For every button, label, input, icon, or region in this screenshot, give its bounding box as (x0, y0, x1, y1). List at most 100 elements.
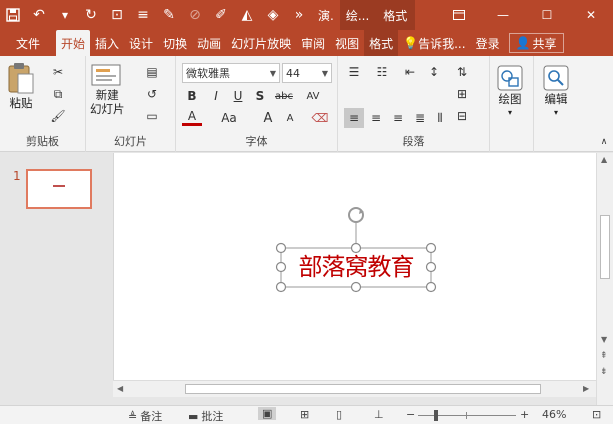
scroll-right-icon[interactable]: ▶ (583, 384, 589, 393)
decrease-indent-icon[interactable]: ⇤ (400, 62, 420, 82)
slide-textbox[interactable]: 部落窝教育 (281, 250, 431, 285)
shape-icon[interactable]: ◭ (234, 0, 260, 30)
align-right-icon[interactable]: ≡ (388, 108, 408, 128)
group-editing: 编辑 ▾ (534, 56, 584, 152)
slide-canvas[interactable]: 部落窝教育 (113, 153, 596, 385)
horizontal-scrollbar[interactable]: ◀ ▶ (113, 380, 596, 397)
share-button[interactable]: 👤 共享 (508, 33, 564, 53)
shrink-font-button[interactable]: A (280, 108, 300, 128)
next-slide-icon[interactable]: ⇟ (600, 367, 608, 377)
font-group-label: 字体 (245, 135, 268, 148)
fit-slide-icon[interactable]: ⊡ (592, 408, 601, 421)
redo-icon[interactable]: ▾ (52, 0, 78, 30)
maximize-icon[interactable]: ☐ (525, 0, 569, 30)
vertical-scroll-thumb[interactable] (600, 215, 610, 279)
comments-label: 批注 (201, 410, 224, 423)
zoom-slider[interactable] (418, 410, 516, 421)
align-center-icon[interactable]: ≡ (366, 108, 386, 128)
shadow-button[interactable]: S (250, 86, 270, 106)
numbering-icon[interactable]: ☷ (372, 62, 392, 82)
rotate-handle-icon[interactable] (348, 207, 364, 223)
bullets-icon[interactable]: ☰ (344, 62, 364, 82)
tab-design[interactable]: 设计 (124, 30, 158, 56)
font-size-select[interactable]: 44 ▼ (282, 63, 332, 83)
grow-font-button[interactable]: A (258, 108, 278, 128)
align-left-icon[interactable]: ≡ (344, 108, 364, 128)
scroll-down-icon[interactable]: ▼ (601, 335, 607, 344)
bold-button[interactable]: B (182, 86, 202, 106)
strikethrough-button[interactable]: abc (272, 86, 296, 106)
minimize-icon[interactable]: — (481, 0, 525, 30)
normal-view-icon[interactable]: ▣ (258, 407, 277, 420)
drawing-button[interactable]: 绘图 ▾ (496, 64, 524, 120)
new-slide-label-2: 幻灯片 (90, 102, 125, 116)
italic-button[interactable]: I (206, 86, 226, 106)
format-painter-icon[interactable]: ✎ (156, 0, 182, 30)
zoom-level[interactable]: 46% (542, 408, 566, 421)
comment-icon: ▬ (188, 409, 199, 423)
tab-animations[interactable]: 动画 (192, 30, 226, 56)
save-icon[interactable] (0, 0, 26, 30)
slideshow-icon[interactable]: ⊥ (374, 408, 384, 421)
undo-icon[interactable]: ↶ (26, 0, 52, 30)
justify-icon[interactable]: ≣ (410, 108, 430, 128)
editing-button[interactable]: 编辑 ▾ (542, 64, 570, 120)
section-icon[interactable]: ▭ (142, 106, 162, 126)
tell-me-search[interactable]: 💡 告诉我... (398, 30, 470, 56)
prev-slide-icon[interactable]: ⇞ (600, 351, 608, 361)
slide-thumbnail[interactable] (26, 169, 92, 209)
tab-format[interactable]: 格式 (364, 30, 399, 56)
context-tab-format[interactable]: 格式 (375, 0, 416, 30)
tell-me-label: 告诉我... (418, 36, 466, 51)
horizontal-scroll-thumb[interactable] (185, 384, 541, 394)
cut-icon[interactable]: ✂ (48, 62, 68, 82)
font-color-button[interactable]: A (182, 108, 202, 126)
notes-button[interactable]: ≜ 备注 (128, 408, 162, 424)
text-direction-icon[interactable]: ⇅ (452, 62, 472, 82)
format-painter-icon[interactable]: 🖌 (48, 106, 68, 126)
collapse-ribbon-icon[interactable]: ∧ (594, 132, 613, 152)
slide-sorter-icon[interactable]: ⊞ (300, 408, 309, 421)
zoom-slider-thumb[interactable] (434, 410, 438, 421)
new-slide-button[interactable]: 新建 幻灯片 (90, 62, 125, 116)
tab-transitions[interactable]: 切换 (158, 30, 192, 56)
present-icon[interactable]: ⊡ (104, 0, 130, 30)
doc-tab-presentation[interactable]: 演. (312, 0, 340, 30)
line-spacing-icon[interactable]: ↕ (424, 62, 444, 82)
tab-file[interactable]: 文件 (0, 30, 56, 56)
more-commands-icon[interactable]: » (286, 0, 312, 30)
paste-button[interactable]: 粘贴 (6, 62, 36, 110)
vertical-scrollbar[interactable]: ▲ ▼ ⇞ ⇟ (596, 153, 613, 405)
clear-format-icon[interactable]: ⌫ (310, 108, 330, 128)
close-icon[interactable]: ✕ (569, 0, 613, 30)
char-spacing-button[interactable]: AV (300, 86, 326, 106)
repeat-icon[interactable]: ↻ (78, 0, 104, 30)
login-link[interactable]: 登录 (471, 30, 505, 56)
font-name-select[interactable]: 微软雅黑 ▼ (182, 63, 280, 83)
tab-view[interactable]: 视图 (330, 30, 364, 56)
comments-button[interactable]: ▬ 批注 (188, 408, 223, 424)
doc-tab-drawing[interactable]: 绘... (339, 0, 376, 30)
columns-icon[interactable]: ⫴ (430, 108, 450, 128)
shape-fill-icon[interactable]: ◈ (260, 0, 286, 30)
tab-slideshow[interactable]: 幻灯片放映 (226, 30, 296, 56)
zoom-in-button[interactable]: + (520, 408, 529, 421)
new-slide-icon (91, 64, 121, 86)
reset-icon[interactable]: ↺ (142, 84, 162, 104)
copy-icon[interactable]: ⧉ (48, 84, 68, 104)
align-text-icon[interactable]: ⊞ (452, 84, 472, 104)
ribbon-options-icon[interactable] (437, 0, 481, 30)
tab-home[interactable]: 开始 (56, 30, 91, 56)
change-case-button[interactable]: Aa (216, 108, 242, 128)
line-spacing-icon[interactable]: ≡ (130, 0, 156, 30)
scroll-up-icon[interactable]: ▲ (601, 155, 607, 164)
zoom-out-button[interactable]: − (406, 408, 415, 421)
tab-insert[interactable]: 插入 (90, 30, 124, 56)
tab-review[interactable]: 审阅 (296, 30, 330, 56)
pen-icon[interactable]: ✐ (208, 0, 234, 30)
scroll-left-icon[interactable]: ◀ (117, 384, 123, 393)
layout-icon[interactable]: ▤ (142, 62, 162, 82)
underline-button[interactable]: U (228, 86, 248, 106)
smartart-icon[interactable]: ⊟ (452, 106, 472, 126)
reading-view-icon[interactable]: ▯ (336, 408, 342, 421)
